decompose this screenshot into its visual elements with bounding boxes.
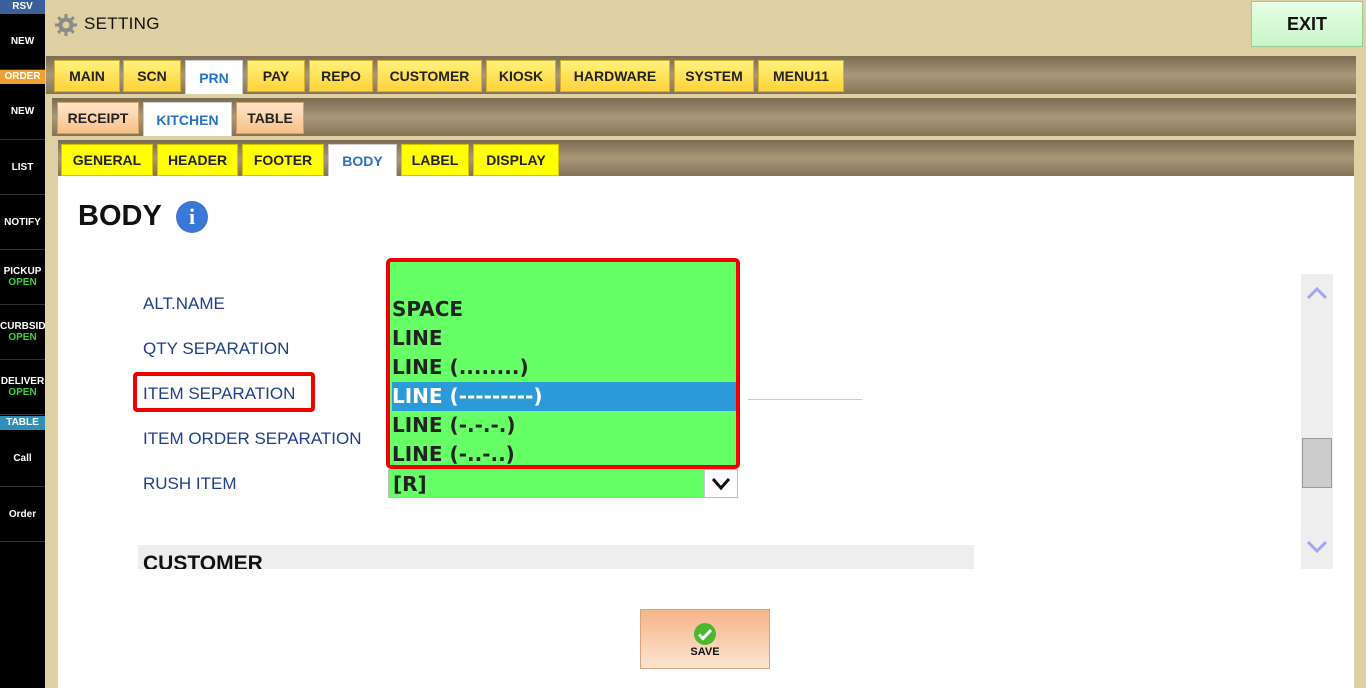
curbside-button[interactable]: CURBSID OPEN [0, 305, 45, 360]
exit-button[interactable]: EXIT [1251, 1, 1363, 47]
section-title: BODY [78, 200, 162, 232]
chevron-down-icon[interactable] [704, 470, 737, 497]
scroll-down-icon[interactable] [1305, 534, 1329, 558]
item-order-separation-label: ITEM ORDER SEPARATION [143, 429, 362, 448]
dropdown-option-line-dashes[interactable]: LINE (---------) [392, 382, 736, 411]
title-bar: SETTING EXIT [45, 0, 1366, 50]
rush-item-label: RUSH ITEM [143, 474, 237, 493]
tab-customer[interactable]: CUSTOMER [377, 60, 482, 92]
tab-pay[interactable]: PAY [247, 60, 305, 92]
order-button[interactable]: Order [0, 487, 45, 542]
curbside-status: OPEN [8, 332, 37, 343]
scroll-up-icon[interactable] [1305, 282, 1329, 306]
save-button[interactable]: SAVE [640, 609, 770, 669]
order-new-label: NEW [10, 106, 35, 117]
delivery-label: DELIVER [0, 376, 45, 387]
tab-prn[interactable]: PRN [185, 60, 243, 94]
body-settings-content: BODY i ALT.NAME QTY SEPARATION ITEM SEPA… [58, 176, 1354, 688]
dropdown-option-line-dash-dot-dot[interactable]: LINE (-..-..) [392, 440, 736, 465]
tab-system[interactable]: SYSTEM [674, 60, 754, 92]
delivery-button[interactable]: DELIVER OPEN [0, 360, 45, 415]
rush-item-value: [R] [393, 472, 427, 496]
order-label: Order [8, 508, 37, 520]
qty-separation-label: QTY SEPARATION [143, 339, 290, 358]
pickup-button[interactable]: PICKUP OPEN [0, 250, 45, 305]
info-icon[interactable]: i [176, 201, 208, 233]
tab-menu11[interactable]: MENU11 [758, 60, 844, 92]
pickup-label: PICKUP [3, 266, 42, 277]
dropdown-option-space[interactable]: SPACE [392, 295, 736, 324]
alt-name-label: ALT.NAME [143, 294, 225, 313]
dropdown-option-line-dots[interactable]: LINE (........) [392, 353, 736, 382]
scroll-thumb[interactable] [1302, 438, 1332, 488]
pickup-status: OPEN [8, 277, 37, 288]
tab-kitchen[interactable]: KITCHEN [143, 102, 232, 136]
dropdown-option-line-dash-dot[interactable]: LINE (-.-.-.) [392, 411, 736, 440]
tab-header[interactable]: HEADER [157, 144, 238, 176]
tab-hardware[interactable]: HARDWARE [560, 60, 670, 92]
left-sidebar: RSV NEW ORDER NEW LIST NOTIFY PICKUP OPE… [0, 0, 45, 688]
gear-icon [55, 14, 77, 36]
tab-footer[interactable]: FOOTER [242, 144, 324, 176]
item-separation-dropdown-list[interactable]: SPACE LINE LINE (........) LINE (-------… [386, 258, 740, 469]
tab-repo[interactable]: REPO [309, 60, 373, 92]
save-label: SAVE [690, 646, 720, 658]
tab-body[interactable]: BODY [328, 144, 397, 176]
order-new-button[interactable]: NEW [0, 84, 45, 140]
rush-item-select[interactable]: [R] [388, 469, 738, 498]
customer-section-header: CUSTOMER [138, 545, 974, 569]
delivery-status: OPEN [8, 387, 37, 398]
checkmark-icon [694, 623, 716, 645]
tab-scn[interactable]: SCN [123, 60, 181, 92]
table-header: TABLE [0, 416, 45, 430]
list-button[interactable]: LIST [0, 140, 45, 195]
rsv-new-label: NEW [10, 36, 35, 47]
call-label: Call [13, 452, 32, 464]
rsv-new-button[interactable]: NEW [0, 14, 45, 70]
tab-display[interactable]: DISPLAY [473, 144, 559, 176]
tab-general[interactable]: GENERAL [61, 144, 153, 176]
item-separation-highlight [133, 372, 315, 412]
tab-kiosk[interactable]: KIOSK [486, 60, 556, 92]
tab-receipt[interactable]: RECEIPT [57, 102, 139, 134]
dropdown-option-line[interactable]: LINE [392, 324, 736, 353]
tab-table[interactable]: TABLE [236, 102, 304, 134]
notify-label: NOTIFY [4, 216, 41, 228]
rsv-header: RSV [0, 0, 45, 14]
curbside-label: CURBSID [0, 321, 45, 332]
order-header: ORDER [0, 70, 45, 84]
list-label: LIST [11, 161, 34, 173]
tab-main[interactable]: MAIN [54, 60, 120, 92]
notify-button[interactable]: NOTIFY [0, 195, 45, 250]
divider [748, 399, 862, 400]
customer-section-title: CUSTOMER [143, 552, 263, 569]
window-title: SETTING [84, 14, 160, 33]
dropdown-option-blank[interactable] [392, 266, 736, 295]
settings-panel: MAIN SCN PRN PAY REPO CUSTOMER KIOSK HAR… [46, 50, 1366, 688]
call-button[interactable]: Call [0, 430, 45, 487]
content-scrollbar[interactable] [1301, 274, 1333, 569]
tab-label[interactable]: LABEL [401, 144, 469, 176]
